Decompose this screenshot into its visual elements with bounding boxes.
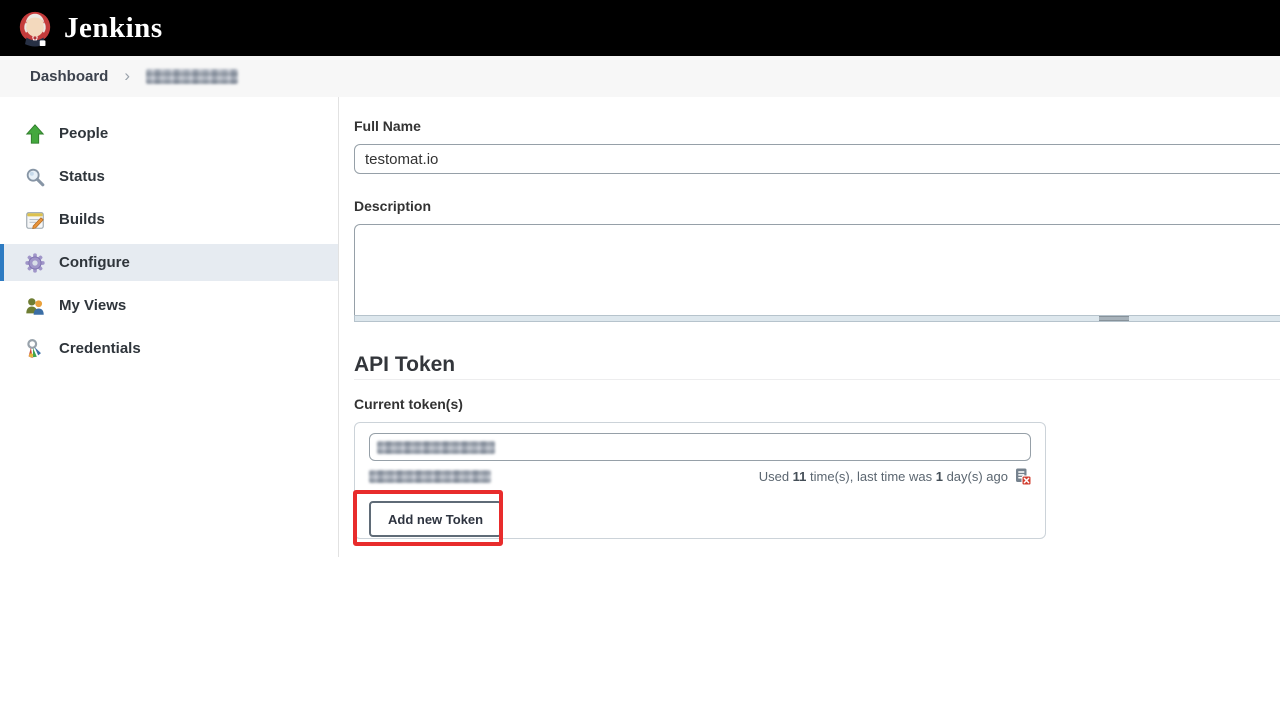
- full-name-input[interactable]: [354, 144, 1280, 174]
- sidebar-item-status[interactable]: Status: [0, 158, 338, 195]
- description-label: Description: [354, 198, 1280, 214]
- top-bar: Jenkins: [0, 0, 1280, 56]
- resize-grip-icon[interactable]: [1099, 316, 1129, 321]
- notepad-pencil-icon: [24, 209, 46, 231]
- chevron-right-icon: ›: [124, 67, 130, 86]
- sidebar-item-label: Builds: [59, 211, 105, 228]
- full-name-label: Full Name: [354, 118, 1280, 134]
- add-new-token-button[interactable]: Add new Token: [369, 501, 502, 537]
- current-tokens-label: Current token(s): [354, 396, 1280, 412]
- sidebar-item-people[interactable]: People: [0, 115, 338, 152]
- revoke-token-icon[interactable]: [1014, 468, 1031, 485]
- sidebar-item-label: My Views: [59, 297, 126, 314]
- token-usage-text: Used 11 time(s), last time was 1 day(s) …: [759, 468, 1031, 485]
- breadcrumb-dashboard-link[interactable]: Dashboard: [30, 68, 108, 85]
- token-card: Used 11 time(s), last time was 1 day(s) …: [354, 422, 1046, 539]
- api-token-heading: API Token: [354, 353, 1280, 376]
- keys-icon: [24, 338, 46, 360]
- magnifier-icon: [24, 166, 46, 188]
- configure-form: Full Name Description API Token Current …: [339, 97, 1280, 539]
- breadcrumb: Dashboard ›: [0, 56, 1280, 97]
- sidebar-item-label: Status: [59, 168, 105, 185]
- sidebar-item-label: People: [59, 125, 108, 142]
- two-people-icon: [24, 295, 46, 317]
- token-meta-row: Used 11 time(s), last time was 1 day(s) …: [369, 468, 1031, 484]
- description-textarea[interactable]: [354, 224, 1280, 315]
- token-name-redacted: [377, 441, 495, 454]
- textarea-resize-bar[interactable]: [354, 315, 1280, 322]
- sidebar-item-my-views[interactable]: My Views: [0, 287, 338, 324]
- jenkins-butler-logo-icon[interactable]: [16, 8, 54, 48]
- up-arrow-icon: [24, 123, 46, 145]
- token-created-redacted: [369, 470, 491, 483]
- sidebar-item-builds[interactable]: Builds: [0, 201, 338, 238]
- token-name-input[interactable]: [369, 433, 1031, 461]
- sidebar-nav: People Status: [0, 97, 339, 557]
- brand-title[interactable]: Jenkins: [64, 12, 163, 45]
- gear-icon: [24, 252, 46, 274]
- sidebar-item-credentials[interactable]: Credentials: [0, 330, 338, 367]
- sidebar-item-configure[interactable]: Configure: [0, 244, 338, 281]
- breadcrumb-user-redacted[interactable]: [146, 69, 238, 84]
- sidebar-item-label: Configure: [59, 254, 130, 271]
- sidebar-item-label: Credentials: [59, 340, 141, 357]
- section-divider: [354, 379, 1280, 380]
